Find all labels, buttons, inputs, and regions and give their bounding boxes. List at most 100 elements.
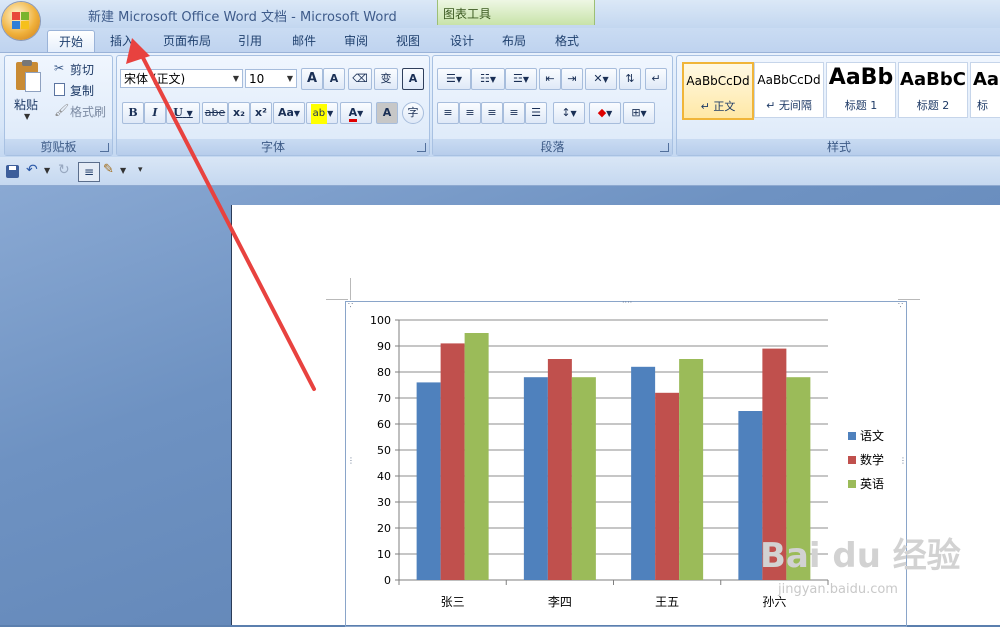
numbering-button[interactable]: ☷▼	[471, 68, 505, 90]
y-tick-label: 70	[377, 392, 391, 405]
italic-button[interactable]: I	[144, 102, 166, 124]
char-shading-button[interactable]: A	[376, 102, 398, 124]
clipboard-launcher-icon[interactable]	[100, 143, 109, 152]
tab-insert[interactable]: 插入	[100, 30, 144, 52]
style-no-spacing[interactable]: AaBbCcDd ↵ 无间隔	[754, 62, 824, 118]
char-shading-label: A	[382, 106, 392, 119]
sort-button[interactable]: ⇅	[619, 68, 641, 90]
char-border-button[interactable]: A	[402, 68, 424, 90]
style-title[interactable]: AaI 标	[970, 62, 1000, 118]
print-layout-icon[interactable]: ≡	[78, 162, 100, 182]
undo-icon[interactable]: ↶	[26, 162, 38, 178]
borders-button[interactable]: ⊞▼	[623, 102, 655, 124]
copy-button[interactable]: 复制	[52, 81, 108, 99]
tab-references[interactable]: 引用	[228, 30, 272, 52]
chart-object[interactable]: ∵ ∵ ···· ⋮ ⋮ 0 10 20 30 40 50 60 70 80 90 100 张三 李四王…	[345, 299, 907, 627]
redo-icon[interactable]: ↻	[58, 162, 70, 178]
margin-mark	[326, 299, 348, 300]
align-right-button[interactable]: ≡	[481, 102, 503, 124]
style-sample: AaBbCcDd	[757, 73, 821, 87]
customize-qat-icon[interactable]: ▾	[138, 165, 143, 175]
tab-page-layout[interactable]: 页面布局	[156, 30, 218, 52]
chevron-down-icon: ▼	[286, 74, 294, 83]
style-name: ↵ 正文	[700, 100, 736, 113]
change-case-button[interactable]: Aa▼	[273, 102, 305, 124]
font-launcher-icon[interactable]	[417, 143, 426, 152]
office-button[interactable]	[2, 2, 40, 40]
align-right-icon: ≡	[487, 106, 497, 119]
shrink-font-button[interactable]: A	[323, 68, 345, 90]
paragraph-group-label: 段落	[433, 139, 672, 155]
cut-button[interactable]: ✂ 剪切	[52, 60, 108, 78]
paste-button[interactable]: 粘贴 ▼	[10, 60, 46, 122]
align-left-icon: ≡	[443, 106, 453, 119]
format-painter-button[interactable]: 🖌 格式刷	[52, 102, 108, 120]
format-painter-icon[interactable]: ✎	[103, 162, 114, 177]
save-icon[interactable]	[6, 165, 19, 178]
bullet-list-icon: ☰	[445, 72, 456, 85]
tab-mailings[interactable]: 邮件	[282, 30, 326, 52]
tab-home[interactable]: 开始	[47, 30, 95, 53]
phonetic-guide-button[interactable]: 变	[374, 68, 398, 90]
bar-chart[interactable]: 0 10 20 30 40 50 60 70 80 90 100 张三 李四 王五 孙六 语文数学英语	[346, 302, 906, 626]
font-size-value: 10	[249, 72, 265, 86]
paragraph-launcher-icon[interactable]	[660, 143, 669, 152]
phonetic-label: 变	[380, 72, 392, 85]
undo-dropdown-icon[interactable]: ▼	[44, 166, 50, 175]
font-name-combo[interactable]: 宋体 (正文) ▼	[120, 69, 243, 88]
numbered-list-icon: ☷	[479, 72, 490, 85]
highlight-button[interactable]: ab ▼	[306, 102, 338, 124]
tab-review[interactable]: 审阅	[334, 30, 378, 52]
paste-icon	[16, 60, 41, 92]
superscript-button[interactable]: x²	[250, 102, 272, 124]
increase-indent-button[interactable]: ⇥	[561, 68, 583, 90]
shading-button[interactable]: ◆▼	[589, 102, 621, 124]
underline-button[interactable]: U ▼	[166, 102, 200, 124]
show-marks-button[interactable]: ↵	[645, 68, 667, 90]
window-title: 新建 Microsoft Office Word 文档 - Microsoft …	[88, 10, 397, 25]
increase-indent-icon: ⇥	[567, 72, 577, 85]
grow-font-button[interactable]: A	[301, 68, 323, 90]
eraser-icon: ⌫	[352, 72, 368, 85]
font-group-label: 字体	[117, 139, 429, 155]
tab-design[interactable]: 设计	[440, 30, 484, 52]
style-name: 标	[977, 99, 988, 112]
justify-icon: ≡	[509, 106, 519, 119]
multilevel-list-button[interactable]: ☲▼	[505, 68, 537, 90]
font-size-combo[interactable]: 10 ▼	[245, 69, 297, 88]
clear-format-button[interactable]: ⌫	[348, 68, 372, 90]
legend-label: 英语	[860, 477, 884, 491]
chinese-layout-button[interactable]: ✕▼	[585, 68, 617, 90]
grow-font-label: A	[306, 71, 318, 86]
subscript-button[interactable]: x₂	[228, 102, 250, 124]
strikethrough-button[interactable]: abe	[202, 102, 228, 124]
sort-icon: ⇅	[625, 72, 635, 85]
justify-button[interactable]: ≡	[503, 102, 525, 124]
highlighter-icon: ab	[310, 104, 328, 124]
style-normal[interactable]: AaBbCcDd ↵ 正文	[682, 62, 754, 120]
x-tick-label: 王五	[655, 595, 679, 609]
align-center-button[interactable]: ≡	[459, 102, 481, 124]
qat-dropdown-icon[interactable]: ▼	[120, 166, 126, 175]
bullets-button[interactable]: ☰▼	[437, 68, 471, 90]
quick-access-toolbar	[0, 157, 1000, 186]
style-heading-1[interactable]: AaBb 标题 1	[826, 62, 896, 118]
change-case-label: Aa	[277, 106, 294, 119]
clipboard-group-label: 剪贴板	[5, 139, 112, 155]
styles-group-label: 样式	[677, 139, 1000, 155]
distributed-button[interactable]: ☰	[525, 102, 547, 124]
distributed-icon: ☰	[531, 106, 541, 119]
tab-format[interactable]: 格式	[545, 30, 589, 52]
shrink-font-label: A	[329, 72, 339, 85]
style-heading-2[interactable]: AaBbC 标题 2	[898, 62, 968, 118]
align-left-button[interactable]: ≡	[437, 102, 459, 124]
tab-view[interactable]: 视图	[386, 30, 430, 52]
margin-mark	[898, 299, 920, 300]
line-spacing-button[interactable]: ↕▼	[553, 102, 585, 124]
font-color-button[interactable]: A▼	[340, 102, 372, 124]
tab-layout[interactable]: 布局	[492, 30, 536, 52]
bold-button[interactable]: B	[122, 102, 144, 124]
copy-label: 复制	[70, 84, 95, 98]
enclose-char-button[interactable]: 字	[402, 102, 424, 124]
decrease-indent-button[interactable]: ⇤	[539, 68, 561, 90]
